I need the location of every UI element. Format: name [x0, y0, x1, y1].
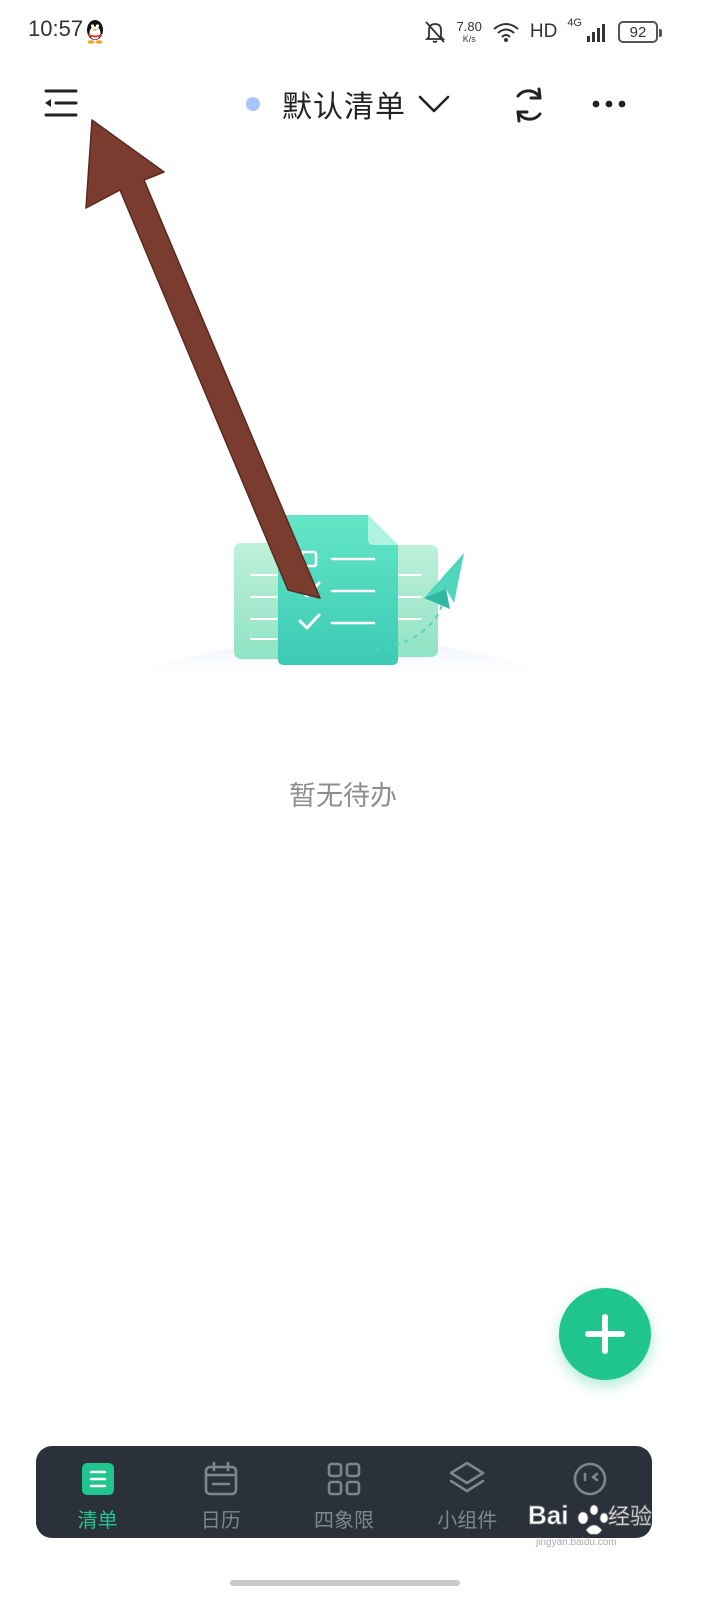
bell-muted-icon — [424, 21, 445, 43]
tab-calendar-label: 日历 — [200, 1508, 241, 1532]
more-horizontal-icon — [592, 100, 626, 108]
sync-icon — [516, 87, 542, 123]
hd-label: HD — [529, 21, 558, 42]
menu-button[interactable] — [36, 82, 84, 124]
net-speed-value: 7.80 — [456, 19, 482, 34]
home-indicator[interactable] — [230, 1580, 460, 1586]
status-indicators: 7.80 K/s HD 4G 92 — [423, 14, 662, 50]
menu-collapse-icon — [44, 89, 78, 117]
calendar-icon — [204, 1461, 238, 1496]
chevron-down-icon — [418, 95, 450, 113]
empty-list-illustration — [132, 515, 552, 673]
sync-button[interactable] — [506, 82, 552, 128]
tab-list-label: 清单 — [77, 1508, 118, 1532]
net-speed: 7.80 K/s — [457, 20, 482, 44]
empty-state-text: 暂无待办 — [289, 781, 397, 812]
layers-icon — [449, 1461, 485, 1493]
list-selector[interactable]: 默认清单 — [246, 80, 450, 128]
tab-widgets[interactable]: 小组件 — [406, 1446, 529, 1538]
quadrant-icon — [327, 1462, 361, 1496]
tab-quadrant-label: 四象限 — [314, 1508, 374, 1532]
watermark-url: jingyan.baidu.com — [536, 1537, 617, 1548]
net-speed-unit: K/s — [462, 34, 476, 44]
plus-icon — [585, 1314, 625, 1354]
tab-quadrant[interactable]: 四象限 — [282, 1446, 405, 1538]
qq-penguin-icon — [87, 20, 103, 44]
tab-list[interactable]: 清单 — [36, 1446, 159, 1538]
list-icon — [81, 1463, 114, 1495]
more-button[interactable] — [588, 86, 630, 122]
add-task-button[interactable] — [559, 1288, 651, 1380]
wifi-icon — [493, 23, 519, 42]
signal-icon — [587, 24, 605, 42]
tab-widgets-label: 小组件 — [437, 1508, 498, 1532]
list-color-dot — [246, 97, 260, 111]
tab-calendar[interactable]: 日历 — [159, 1446, 282, 1538]
battery-indicator: 92 — [618, 21, 662, 43]
face-icon — [574, 1462, 607, 1496]
status-bar: 10:57 7.80 K/s HD 4G 92 — [0, 0, 702, 64]
net-type-label: 4G — [567, 17, 582, 29]
bottom-nav: 清单 日历 四象限 小组件 — [36, 1446, 652, 1538]
tab-profile[interactable] — [529, 1446, 652, 1538]
status-time: 10:57 — [28, 16, 84, 41]
battery-level: 92 — [629, 23, 647, 41]
list-title: 默认清单 — [282, 90, 406, 125]
